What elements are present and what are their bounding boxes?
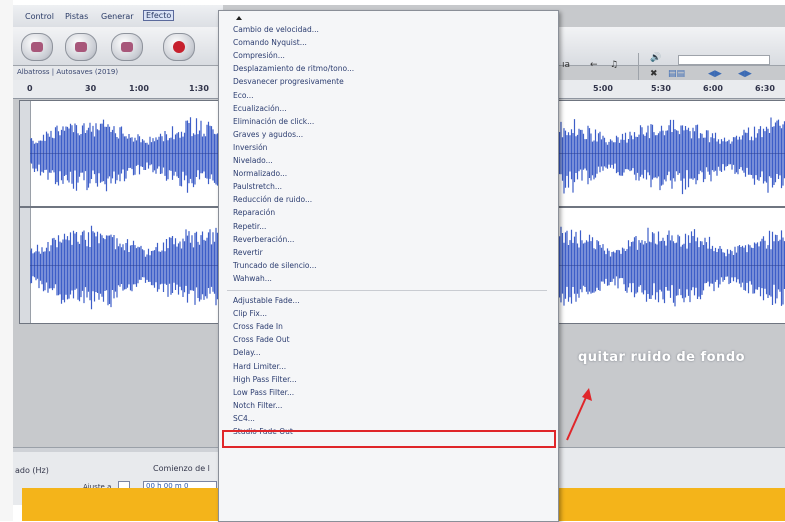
menu-control[interactable]: Control [25,12,54,21]
menu-item-effect[interactable]: Reparación [233,208,275,221]
annotation-text: quitar ruido de fondo [578,350,746,365]
menu-item-effect[interactable]: High Pass Filter... [233,375,297,388]
ruler-tick: 1:30 [189,84,209,93]
annotation-arrow-icon [566,388,592,441]
menu-item-effect[interactable]: Repetir... [233,222,266,235]
silence-icon[interactable]: ◀▶ [738,69,752,79]
menu-item-effect[interactable]: Notch Filter... [233,401,282,414]
cursor-icon[interactable]: ✖ [650,69,658,79]
ruler-tick: 5:00 [593,84,613,93]
ruler-tick: 0 [27,84,33,93]
meter-readout: ıa [562,60,571,70]
menu-item-effect[interactable]: Reducción de ruido... [233,195,312,208]
menu-pistas[interactable]: Pistas [65,12,88,21]
menu-item-effect[interactable]: Normalizado... [233,169,287,182]
menu-item-effect[interactable]: Inversión [233,143,267,156]
horizontal-scrollbar[interactable] [13,448,223,452]
menu-item-effect[interactable]: Low Pass Filter... [233,388,294,401]
pause-button[interactable] [21,33,53,61]
project-rate-label: ado (Hz) [15,466,49,475]
ruler-tick: 30 [85,84,97,93]
menu-item-effect[interactable]: Cross Fade Out [233,335,290,348]
speaker-icon[interactable]: 🔊 [650,53,661,63]
menu-item-effect[interactable]: Compresión... [233,51,285,64]
menu-item-effect[interactable]: SC4... [233,414,255,427]
zoom-icon[interactable]: ▤▤ [668,69,685,79]
menu-item-effect[interactable]: Adjustable Fade... [233,296,300,309]
menu-item-effect[interactable]: Clip Fix... [233,309,267,322]
up-arrow-icon[interactable] [236,16,242,20]
ruler-tick: 6:00 [703,84,723,93]
speaker-icon[interactable]: ♫ [610,60,618,70]
menu-item-effect[interactable]: Desvanecer progresivamente [233,77,344,90]
menu-item-effect[interactable]: Eliminación de click... [233,117,314,130]
menu-item-effect[interactable]: Delay... [233,348,261,361]
menu-item-effect[interactable]: Desplazamiento de ritmo/tono... [233,64,354,77]
menu-efecto[interactable]: Efecto [143,10,175,21]
menu-item-effect[interactable]: Truncado de silencio... [233,261,317,274]
page-margin [0,0,13,521]
volume-slider[interactable] [678,55,770,65]
ruler-tick: 6:30 [755,84,775,93]
selection-start-label: Comienzo de l [153,464,210,473]
menu-item-effect[interactable]: Paulstretch... [233,182,282,195]
menu-item-effect[interactable]: Nivelado... [233,156,273,169]
highlight-box [222,430,556,448]
ruler-tick: 5:30 [651,84,671,93]
track-name: Albatross | Autosaves (2019) [17,68,119,76]
menu-item-effect[interactable]: Wahwah... [233,274,272,287]
ruler-tick: 1:00 [129,84,149,93]
play-button[interactable] [65,33,97,61]
menu-bar: Control Pistas Generar Efecto [13,5,223,28]
menu-generar[interactable]: Generar [101,12,134,21]
menu-item-effect[interactable]: Reverberación... [233,235,294,248]
track-name-bar: Albatross | Autosaves (2019) [13,66,223,80]
record-button[interactable] [163,33,195,61]
menu-item-effect[interactable]: Cross Fade In [233,322,283,335]
menu-item-effect[interactable]: Eco... [233,91,253,104]
menu-separator [227,290,547,291]
stop-button[interactable] [111,33,143,61]
menu-item-effect[interactable]: Ecualización... [233,104,287,117]
menu-item-effect[interactable]: Hard Limiter... [233,362,286,375]
effect-dropdown-menu: Cambio de velocidad... Comando Nyquist...… [218,10,559,522]
meter-arrow-icon[interactable]: ← [590,60,598,70]
menu-item-effect[interactable]: Revertir [233,248,263,261]
menu-item-effect[interactable]: Comando Nyquist... [233,38,307,51]
menu-item-effect[interactable]: Graves y agudos... [233,130,303,143]
trim-icon[interactable]: ◀▶ [708,69,722,79]
menu-item-effect[interactable]: Cambio de velocidad... [233,25,319,38]
